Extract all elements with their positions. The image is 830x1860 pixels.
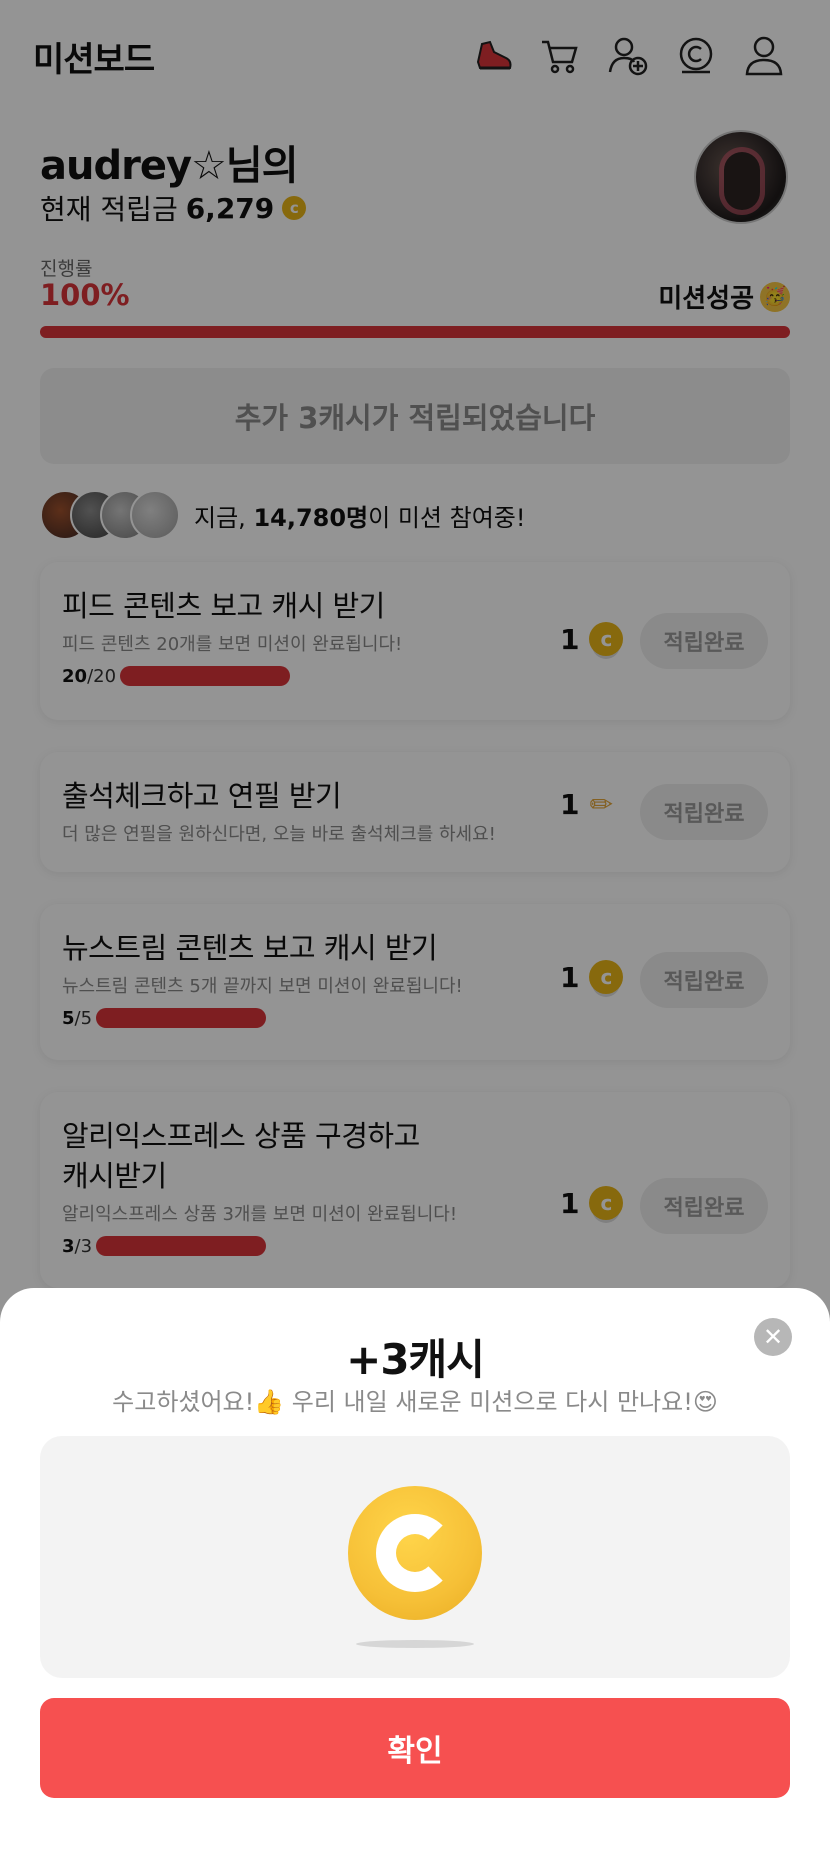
coin-icon (348, 1486, 482, 1620)
coin-shadow (356, 1640, 474, 1648)
reward-bottom-sheet: +3캐시 ✕ 수고하셨어요!👍 우리 내일 새로운 미션으로 다시 만나요!😍 … (0, 1288, 830, 1860)
close-icon[interactable]: ✕ (754, 1318, 792, 1356)
confirm-button[interactable]: 확인 (40, 1698, 790, 1798)
reward-illustration-panel (40, 1436, 790, 1678)
reward-title: +3캐시 (346, 1335, 485, 1384)
mission-board-page: 미션보드 audrey☆님의 현재 적립금 6,279 c 진행률 100% 미… (0, 0, 830, 1860)
reward-subtitle: 수고하셨어요!👍 우리 내일 새로운 미션으로 다시 만나요!😍 (112, 1388, 718, 1416)
